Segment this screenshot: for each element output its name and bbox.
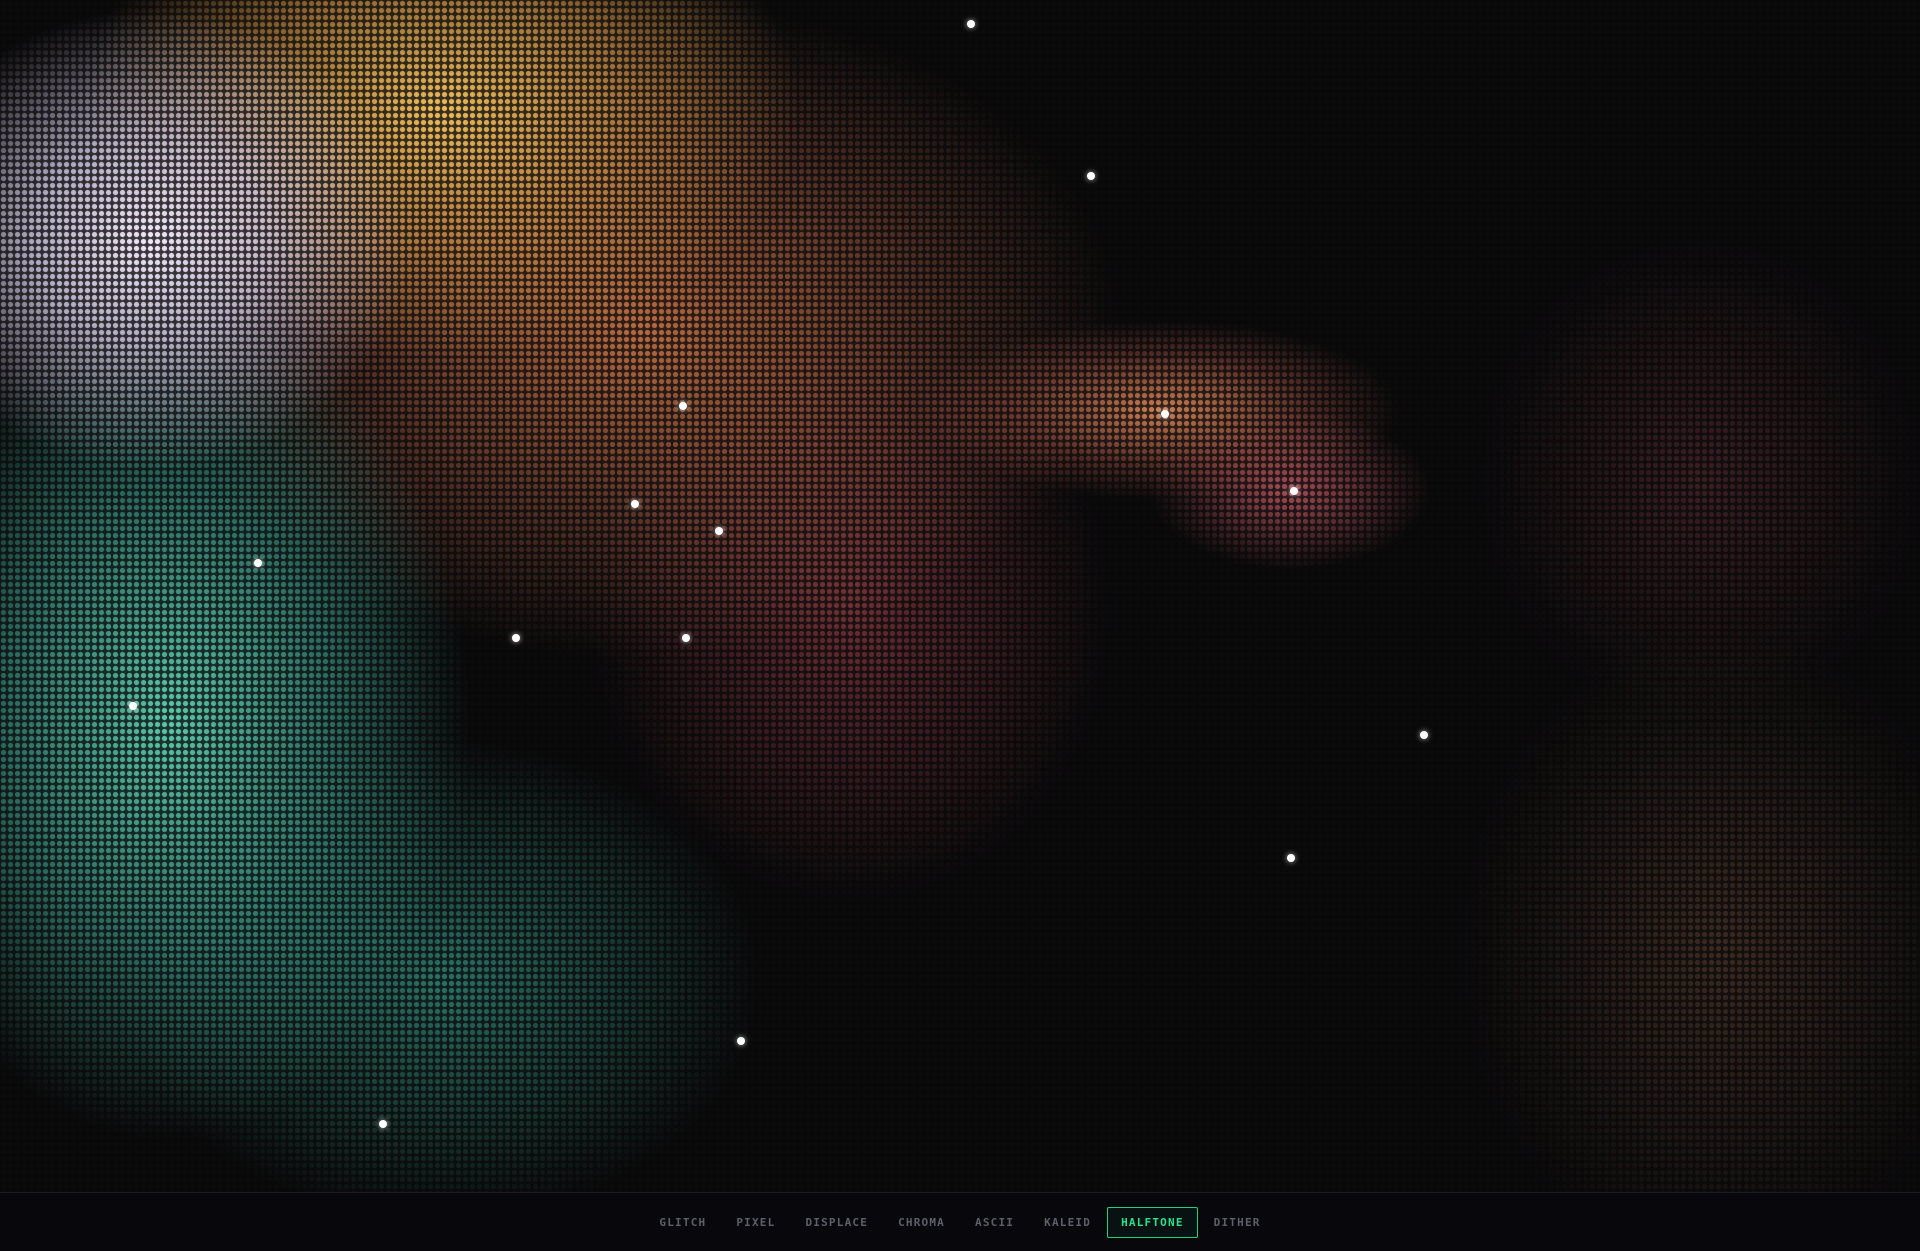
star	[1420, 731, 1428, 739]
tab-glitch[interactable]: GLITCH	[645, 1207, 720, 1238]
tab-pixel[interactable]: PIXEL	[722, 1207, 789, 1238]
tab-halftone[interactable]: HALFTONE	[1107, 1206, 1198, 1238]
star	[512, 634, 520, 642]
star	[1087, 172, 1095, 180]
mode-toolbar: GLITCH PIXEL DISPLACE CHROMA ASCII KALEI…	[0, 1192, 1920, 1251]
star	[1290, 487, 1298, 495]
tab-dither[interactable]: DITHER	[1200, 1207, 1275, 1238]
nebula-canvas	[0, 0, 1920, 1192]
star	[737, 1037, 745, 1045]
star	[129, 702, 137, 710]
star	[715, 527, 723, 535]
star	[679, 402, 687, 410]
tab-kaleid[interactable]: KALEID	[1030, 1207, 1105, 1238]
halftone-overlay	[0, 0, 1920, 1192]
star	[631, 500, 639, 508]
star	[967, 20, 975, 28]
star	[379, 1120, 387, 1128]
star	[1287, 854, 1295, 862]
tab-ascii[interactable]: ASCII	[961, 1207, 1028, 1238]
tab-displace[interactable]: DISPLACE	[791, 1207, 882, 1238]
star	[1161, 410, 1169, 418]
tab-chroma[interactable]: CHROMA	[884, 1207, 959, 1238]
star	[254, 559, 262, 567]
star	[682, 634, 690, 642]
